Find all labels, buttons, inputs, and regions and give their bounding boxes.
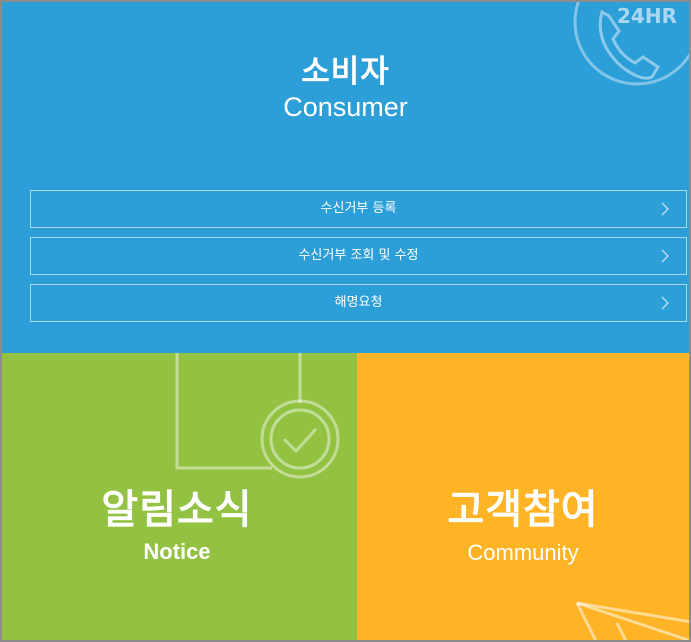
- consumer-subtitle: Consumer: [283, 92, 408, 122]
- menu-item-optout-lookup[interactable]: 수신거부 조회 및 수정: [30, 237, 687, 275]
- community-panel[interactable]: 고객참여 Community: [357, 353, 689, 640]
- menu-item-label: 수신거부 등록: [320, 201, 397, 216]
- community-subtitle: Community: [467, 540, 579, 565]
- chevron-right-icon: [661, 202, 669, 216]
- menu-item-label: 해명요청: [334, 295, 383, 310]
- main-frame: 24HR 소비자 Consumer 수신거부 등록 수신거부 조회 및 수정 해…: [0, 0, 691, 642]
- notice-subtitle: Notice: [143, 539, 211, 564]
- badge-24hr: 24HR: [617, 4, 677, 28]
- notice-title: 알림소식: [101, 487, 253, 533]
- check-circle-icon: [175, 353, 340, 479]
- chevron-right-icon: [661, 296, 669, 310]
- consumer-title: 소비자: [301, 54, 390, 90]
- consumer-panel: 24HR 소비자 Consumer 수신거부 등록 수신거부 조회 및 수정 해…: [2, 2, 689, 353]
- notice-panel[interactable]: 알림소식 Notice: [2, 353, 357, 640]
- paper-plane-icon: [575, 601, 689, 640]
- chevron-right-icon: [661, 249, 669, 263]
- menu-item-label: 수신거부 조회 및 수정: [298, 248, 419, 263]
- menu-item-explanation-request[interactable]: 해명요청: [30, 284, 687, 322]
- community-title: 고객참여: [447, 487, 599, 533]
- consumer-menu: 수신거부 등록 수신거부 조회 및 수정 해명요청: [30, 190, 687, 331]
- menu-item-optout-register[interactable]: 수신거부 등록: [30, 190, 687, 228]
